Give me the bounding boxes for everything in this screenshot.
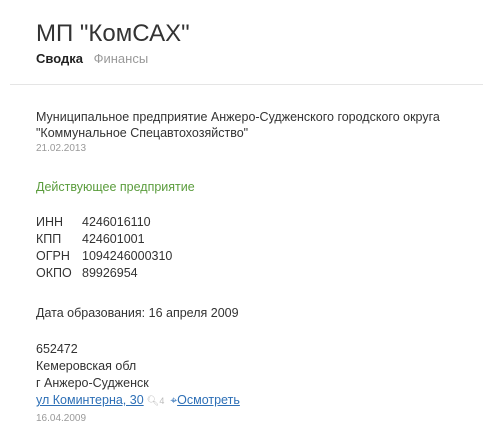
address-street-link[interactable]: ул Коминтерна, 30 — [36, 393, 144, 407]
code-value: 424601001 — [82, 232, 145, 246]
tab-finance[interactable]: Финансы — [94, 51, 149, 66]
divider — [10, 84, 483, 85]
address-street-row: ул Коминтерна, 30 🔍︎4 ⌖Осмотреть — [36, 392, 240, 410]
address-zip: 652472 — [36, 342, 78, 356]
company-full-name-line2: "Коммунальное Спецавтохозяйство" — [36, 126, 249, 140]
view-on-map-link[interactable]: Осмотреть — [177, 393, 240, 407]
code-value: 1094246000310 — [82, 249, 173, 263]
company-name-block: Муниципальное предприятие Анжеро-Судженс… — [36, 109, 440, 157]
tabs: Сводка Финансы — [36, 51, 148, 66]
founded-date: Дата образования: 16 апреля 2009 — [36, 306, 239, 320]
code-value: 4246016110 — [82, 215, 151, 229]
name-date: 21.02.2013 — [36, 143, 87, 154]
code-row-inn: ИНН 4246016110 — [36, 214, 172, 231]
code-row-okpo: ОКПО 89926954 — [36, 265, 172, 282]
code-value: 89926954 — [82, 266, 138, 280]
search-count: 4 — [159, 396, 165, 406]
address-region: Кемеровская обл — [36, 359, 137, 373]
page-title: МП "КомСАХ" — [36, 20, 190, 47]
company-full-name-line1: Муниципальное предприятие Анжеро-Судженс… — [36, 110, 440, 124]
address-block: 652472 Кемеровская обл г Анжеро-Судженск… — [36, 341, 240, 427]
code-row-ogrn: ОГРН 1094246000310 — [36, 248, 172, 265]
code-label: ОГРН — [36, 249, 70, 263]
code-label: КПП — [36, 232, 62, 246]
code-label: ИНН — [36, 215, 64, 229]
codes-block: ИНН 4246016110 КПП 424601001 ОГРН 109424600… — [36, 214, 172, 282]
search-icon[interactable]: 🔍︎ — [147, 396, 160, 407]
code-row-kpp: КПП 424601001 — [36, 231, 172, 248]
tab-summary[interactable]: Сводка — [36, 51, 83, 66]
address-date: 16.04.2009 — [36, 413, 87, 424]
code-label: ОКПО — [36, 266, 72, 280]
address-city: г Анжеро-Судженск — [36, 376, 149, 390]
status-text: Действующее предприятие — [36, 180, 195, 194]
